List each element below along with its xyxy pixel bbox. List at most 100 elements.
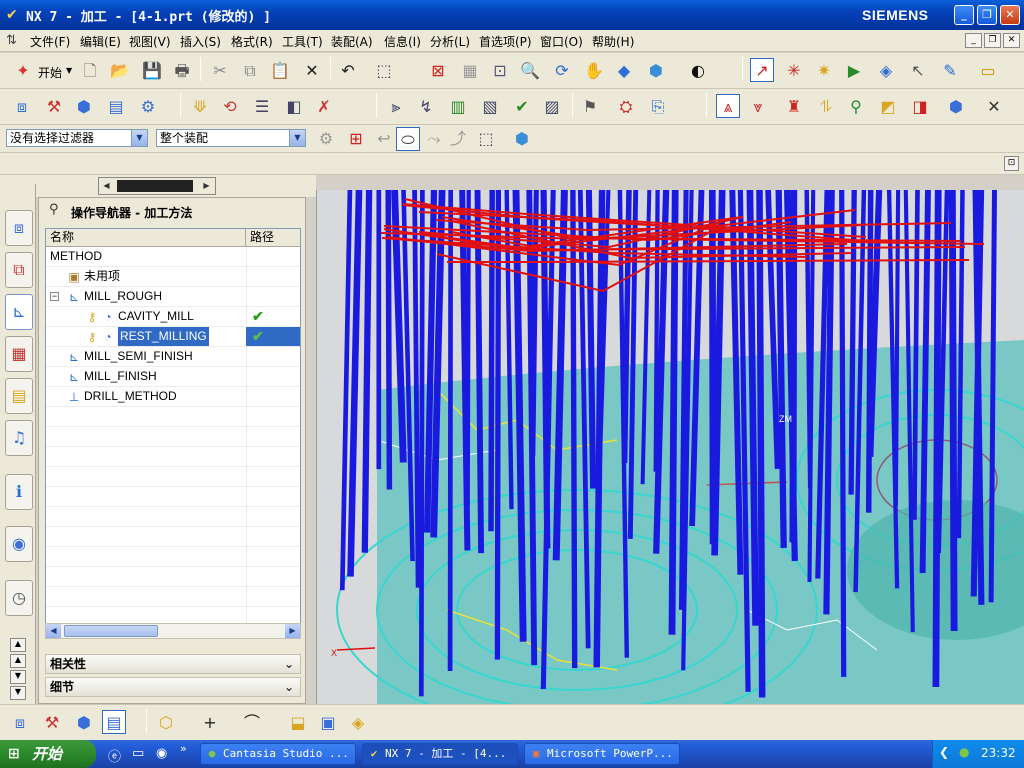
menu-preferences[interactable]: 首选项(P): [479, 33, 532, 50]
scroll-right-icon[interactable]: ▶: [285, 624, 300, 638]
graphics-window[interactable]: ZM X: [316, 190, 1024, 704]
reuse-library-tab[interactable]: ▤: [5, 378, 33, 414]
column-header-name[interactable]: 名称: [46, 229, 246, 247]
history-tab[interactable]: ◷: [5, 580, 33, 616]
list-toolpath-icon[interactable]: ☰: [250, 95, 274, 119]
snap-icon[interactable]: ⊞: [344, 127, 368, 151]
resource-scroll[interactable]: ▲ ▲ ▼ ▼: [10, 638, 26, 700]
scroll-thumb[interactable]: [64, 625, 158, 637]
curve-icon[interactable]: ⌒: [240, 711, 264, 735]
geometry-view-icon[interactable]: ▥: [446, 95, 470, 119]
geometry-view-icon[interactable]: ⬢: [72, 711, 96, 735]
open-folder-icon[interactable]: 📂: [108, 59, 132, 83]
pin-icon[interactable]: ⚲: [49, 202, 59, 217]
roles-tab[interactable]: ♫: [5, 420, 33, 456]
tree-row-mill-semi-finish[interactable]: ⊾ MILL_SEMI_FINISH: [46, 347, 300, 367]
orient-view-icon[interactable]: ◐: [686, 59, 710, 83]
create-tool-icon[interactable]: ⚒: [42, 95, 66, 119]
type-filter-dropdown[interactable]: 没有选择过滤器 ▼: [6, 129, 148, 147]
doc-close-button[interactable]: ✕: [1003, 33, 1020, 48]
create-feature-icon[interactable]: ⬡: [154, 711, 178, 735]
select-face-icon[interactable]: ⬭: [396, 127, 420, 151]
parameter-icon[interactable]: ◩: [876, 95, 900, 119]
machining-method-view-icon[interactable]: ▤: [102, 710, 126, 734]
start-button[interactable]: ⊞ 开始: [0, 740, 96, 768]
quicklaunch-more-icon[interactable]: »: [180, 742, 187, 755]
menu-window[interactable]: 窗口(O): [540, 33, 583, 50]
play-icon[interactable]: ▶: [842, 59, 866, 83]
pan-icon[interactable]: ✋: [582, 59, 606, 83]
feature-icon[interactable]: ✷: [812, 59, 836, 83]
doc-minimize-button[interactable]: _: [965, 33, 982, 48]
select-body-icon[interactable]: ⬢: [510, 127, 534, 151]
boundary-icon[interactable]: ⬓: [286, 711, 310, 735]
new-file-icon[interactable]: 🗋: [78, 59, 102, 83]
menu-assembly[interactable]: 装配(A): [331, 33, 373, 50]
postprocess-icon[interactable]: ✗: [312, 95, 336, 119]
panel-scroll-thumb[interactable]: [117, 180, 193, 192]
fit-view-icon[interactable]: ⊠: [426, 59, 450, 83]
filter-reset-icon[interactable]: ⚙: [314, 127, 338, 151]
chevron-down-icon[interactable]: ⌄: [280, 655, 298, 673]
chevron-down-icon[interactable]: ⌄: [280, 678, 298, 696]
generate-icon[interactable]: ⟱: [188, 95, 212, 119]
method-view-icon[interactable]: ▧: [478, 95, 502, 119]
program-order-view-icon[interactable]: ⧈: [8, 711, 32, 735]
close-button[interactable]: ✕: [1000, 5, 1020, 25]
edit-display-icon[interactable]: ⩔: [746, 95, 770, 119]
info-object-icon[interactable]: ◨: [908, 95, 932, 119]
cut-icon[interactable]: ✂: [208, 59, 232, 83]
show-hide-icon[interactable]: ◈: [874, 59, 898, 83]
create-method-icon[interactable]: ▤: [104, 95, 128, 119]
output-icon[interactable]: ⎘: [646, 95, 670, 119]
zoom-icon[interactable]: ⊡: [488, 59, 512, 83]
machine-navigator-tab[interactable]: ▦: [5, 336, 33, 372]
undo-icon[interactable]: ↶: [336, 59, 360, 83]
undo-select-icon[interactable]: ↩: [372, 127, 396, 151]
program-order-icon[interactable]: ⫸: [384, 95, 408, 119]
menu-info[interactable]: 信息(I): [384, 33, 421, 50]
nx-app-icon[interactable]: ✔: [6, 7, 22, 23]
snap-point-icon[interactable]: ✳: [782, 59, 806, 83]
create-operation-icon[interactable]: ⚙: [136, 95, 160, 119]
measure-icon[interactable]: ▭: [976, 59, 1000, 83]
menu-file[interactable]: 文件(F): [30, 33, 70, 50]
shop-doc-icon[interactable]: ▨: [540, 95, 564, 119]
copy-icon[interactable]: ⧉: [238, 59, 262, 83]
menu-edit[interactable]: 编辑(E): [80, 33, 121, 50]
render-style-icon[interactable]: ⬢: [644, 59, 668, 83]
machine-tool-view-icon[interactable]: ⚒: [40, 711, 64, 735]
save-icon[interactable]: 💾: [140, 59, 164, 83]
assembly-navigator-tab[interactable]: ⧈: [5, 210, 33, 246]
add-point-icon[interactable]: +: [198, 711, 222, 735]
desktop-quicklaunch-icon[interactable]: ▭: [132, 746, 144, 761]
web-browser-tab[interactable]: ◉: [5, 526, 33, 562]
camtasia-tray-icon[interactable]: ●: [959, 745, 969, 759]
zoom-window-icon[interactable]: ▦: [458, 59, 482, 83]
check-icon[interactable]: ✔: [510, 95, 534, 119]
select-arrow-icon[interactable]: ↖: [906, 59, 930, 83]
feed-rate-icon[interactable]: ⛭: [614, 95, 638, 119]
tree-row-mill-finish[interactable]: ⊾ MILL_FINISH: [46, 367, 300, 387]
dependencies-panel[interactable]: 相关性 ⌄: [45, 654, 301, 674]
tree-row-cavity-mill[interactable]: ⚷ ◔ CAVITY_MILL ✔: [46, 307, 300, 327]
start-icon[interactable]: ✦: [8, 59, 38, 83]
tree-row-method[interactable]: METHOD: [46, 247, 300, 267]
blank-geometry-icon[interactable]: ◈: [346, 711, 370, 735]
machine-tool-icon[interactable]: ↯: [414, 95, 438, 119]
panel-scrollbar[interactable]: ◀ ▶: [98, 177, 216, 195]
delete-object-icon[interactable]: ✕: [982, 95, 1006, 119]
column-header-path[interactable]: 路径: [246, 229, 300, 247]
doc-restore-button[interactable]: ❐: [984, 33, 1001, 48]
tree-row-drill-method[interactable]: ⊥ DRILL_METHOD: [46, 387, 300, 407]
tree-row-unused[interactable]: ▣ 未用项: [46, 267, 300, 287]
taskbar-item-powerpoint[interactable]: ▣ Microsoft PowerP...: [524, 743, 680, 765]
navigator-hscrollbar[interactable]: ◀ ▶: [45, 623, 301, 639]
menu-analysis[interactable]: 分析(L): [430, 33, 470, 50]
tool-path-filter-icon[interactable]: ♜: [782, 95, 806, 119]
start-menu-button[interactable]: 开始: [38, 64, 62, 81]
taskbar-item-camtasia[interactable]: ● Cantasia Studio ...: [200, 743, 356, 765]
maximize-button[interactable]: ❐: [977, 5, 997, 25]
menu-help[interactable]: 帮助(H): [592, 33, 634, 50]
media-quicklaunch-icon[interactable]: ◉: [156, 746, 167, 761]
